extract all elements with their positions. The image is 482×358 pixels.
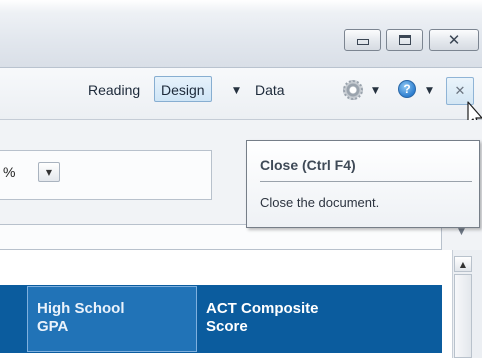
minimize-icon (356, 39, 369, 45)
column-header-line: ACT Composite (206, 300, 319, 317)
design-mode-button[interactable]: Design (154, 76, 212, 102)
help-dropdown-caret-icon[interactable]: ▼ (426, 86, 433, 96)
scroll-up-button[interactable]: ▲ (454, 256, 472, 272)
tooltip-divider (260, 181, 472, 182)
settings-dropdown-caret-icon[interactable]: ▼ (372, 86, 379, 96)
app-window: ✕ Reading Design ▼ Data ▼ ? ▼ ✕ % ▼ ▼ Hi… (0, 0, 482, 358)
data-mode-button[interactable]: Data (255, 82, 285, 98)
gear-icon[interactable] (343, 80, 363, 100)
scrollbar-thumb[interactable] (454, 274, 472, 358)
column-header-line: High School (37, 300, 125, 317)
maximize-icon (398, 35, 411, 45)
panel-expand-caret-icon[interactable]: ▼ (458, 227, 465, 237)
help-icon[interactable]: ? (398, 80, 416, 98)
tooltip: Close (Ctrl F4) Close the document. (246, 140, 480, 228)
maximize-button[interactable] (386, 29, 423, 51)
minimize-button[interactable] (344, 29, 381, 51)
column-header-line: GPA (37, 318, 69, 335)
tooltip-title: Close (Ctrl F4) (260, 157, 356, 173)
close-icon: ✕ (447, 30, 461, 49)
column-header-act-composite-score[interactable]: ACT Composite Score (206, 300, 319, 336)
zoom-percent-label: % (3, 164, 16, 180)
zoom-dropdown-button[interactable]: ▼ (38, 162, 60, 182)
tooltip-description: Close the document. (260, 195, 380, 210)
close-window-button[interactable]: ✕ (429, 29, 479, 51)
close-icon: ✕ (454, 83, 466, 99)
column-header-high-school-gpa: High School GPA (37, 300, 125, 336)
column-header-line: Score (206, 318, 248, 335)
zoom-field-container (0, 150, 212, 200)
design-dropdown-caret-icon[interactable]: ▼ (233, 86, 240, 96)
chevron-down-icon: ▼ (45, 167, 53, 177)
reading-mode-button[interactable]: Reading (88, 82, 140, 98)
chevron-up-icon: ▲ (459, 259, 467, 269)
